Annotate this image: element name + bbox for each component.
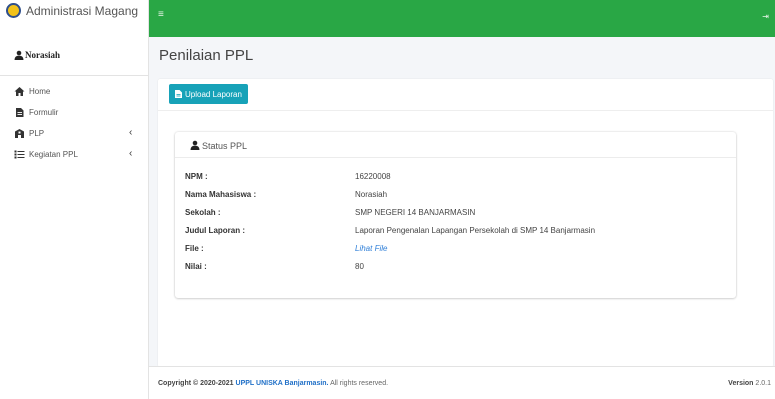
school-icon (15, 129, 24, 138)
logout-icon[interactable]: ⇥ (762, 12, 769, 21)
brand-logo (6, 3, 21, 18)
content-wrapper: Penilaian PPL Upload Laporan Status PPL … (149, 37, 775, 367)
status-row-nama: Nama Mahasiswa : Norasiah (185, 190, 725, 204)
upload-laporan-button[interactable]: Upload Laporan (169, 84, 248, 104)
sidebar-item-formulir[interactable]: Formulir (0, 103, 149, 123)
chevron-left-icon: ‹ (129, 148, 133, 159)
field-label: Judul Laporan : (185, 226, 245, 235)
status-card: Status PPL NPM : 16220008 Nama Mahasiswa… (175, 132, 736, 298)
status-card-title: Status PPL (202, 141, 248, 151)
field-value: Laporan Pengenalan Lapangan Persekolah d… (355, 226, 596, 235)
field-label: Nama Mahasiswa : (185, 190, 257, 199)
sidebar-item-label: Formulir (29, 108, 59, 117)
version-number: 2.0.1 (755, 380, 771, 387)
copyright-text: Copyright © 2020-2021 UPPL UNISKA Banjar… (158, 380, 388, 387)
status-row-npm: NPM : 16220008 (185, 172, 725, 186)
sidebar-item-home[interactable]: Home (0, 82, 149, 102)
field-value: Norasiah (355, 190, 388, 199)
user-icon (14, 50, 24, 60)
footer: Copyright © 2020-2021 UPPL UNISKA Banjar… (149, 366, 775, 399)
chevron-left-icon: ‹ (129, 127, 133, 138)
sidebar-item-label: PLP (29, 129, 45, 138)
field-value: 16220008 (355, 172, 391, 181)
org-link[interactable]: UPPL UNISKA Banjarmasin. (236, 380, 329, 387)
field-label: Sekolah : (185, 208, 221, 217)
sidebar-item-kegiatan-ppl[interactable]: Kegiatan PPL ‹ (0, 145, 149, 165)
file-upload-icon (175, 90, 182, 98)
version-label: Version (728, 380, 754, 387)
page-title: Penilaian PPL (159, 47, 254, 64)
brand-link[interactable]: Administrasi Magang (0, 0, 149, 27)
menu-toggle-icon[interactable]: ≡ (158, 9, 164, 20)
user-icon (190, 140, 200, 150)
status-row-file: File : Lihat File (185, 244, 725, 258)
top-navbar: ≡ ⇥ (149, 0, 775, 37)
field-label: NPM : (185, 172, 208, 181)
status-card-header: Status PPL (175, 132, 736, 158)
list-icon (14, 150, 25, 159)
user-name: Norasiah (25, 50, 61, 60)
status-row-nilai: Nilai : 80 (185, 262, 725, 276)
home-icon (14, 87, 25, 96)
copyright-prefix: Copyright © 2020-2021 (158, 380, 234, 387)
brand-text: Administrasi Magang (26, 4, 139, 18)
field-label: File : (185, 244, 204, 253)
status-row-sekolah: Sekolah : SMP NEGERI 14 BANJARMASIN (185, 208, 725, 222)
field-value: 80 (355, 262, 364, 271)
sidebar-item-label: Kegiatan PPL (29, 150, 78, 159)
file-icon (16, 108, 24, 117)
upload-button-label: Upload Laporan (185, 89, 242, 99)
field-label: Nilai : (185, 262, 207, 271)
version-info: Version 2.0.1 (728, 380, 771, 387)
sidebar-item-plp[interactable]: PLP ‹ (0, 124, 149, 144)
status-row-judul: Judul Laporan : Laporan Pengenalan Lapan… (185, 226, 725, 240)
user-panel[interactable]: Norasiah (0, 38, 149, 76)
sidebar: Administrasi Magang Norasiah Home Formul… (0, 0, 149, 399)
field-value: SMP NEGERI 14 BANJARMASIN (355, 208, 476, 217)
sidebar-item-label: Home (29, 87, 51, 96)
lihat-file-link[interactable]: Lihat File (355, 244, 387, 253)
rights-text: All rights reserved. (330, 380, 389, 387)
card-header: Upload Laporan (158, 79, 773, 111)
